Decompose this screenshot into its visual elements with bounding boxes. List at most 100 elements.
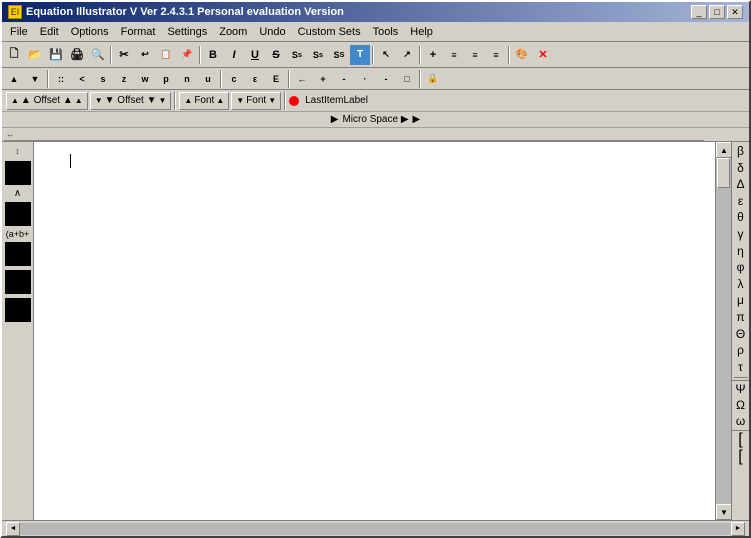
sym-beta[interactable]: β [733,144,749,160]
offset-up-label: ▲ Offset ▲ [21,95,73,106]
tb2-s[interactable]: s [93,69,113,89]
sub-sep2 [284,92,286,110]
superscript-button[interactable]: Ss [287,45,307,65]
tb2-u[interactable]: u [198,69,218,89]
scroll-up-button[interactable]: ▲ [716,142,732,158]
sym-Psi[interactable]: Ψ [733,382,749,398]
offset-down-button[interactable]: ▼ ▼ Offset ▼ ▼ [90,92,172,110]
tb2-z[interactable]: z [114,69,134,89]
search-button[interactable]: 🔍 [88,45,108,65]
sym-Delta[interactable]: Δ [733,177,749,193]
toolbar-secondary: ▲ ▼ :: < s z w p n u c ε E ← + - · - □ 🔒 [2,68,749,90]
scroll-down-button[interactable]: ▼ [716,504,732,520]
sym-Theta[interactable]: Θ [733,327,749,343]
sym-mu[interactable]: μ [733,293,749,309]
sym-lambda[interactable]: λ [733,277,749,293]
font-up-button[interactable]: ▲ Font ▲ [179,92,229,110]
color-button[interactable]: 🎨 [512,45,532,65]
scroll-track[interactable] [716,158,731,504]
tb2-dash[interactable]: - [376,69,396,89]
toolbar-sep-2 [199,46,201,64]
subscript-button[interactable]: Ss [308,45,328,65]
bold-button[interactable]: B [203,45,223,65]
sym-tau[interactable]: τ [733,360,749,376]
font-down-button[interactable]: ▼ Font ▼ [231,92,281,110]
print-button[interactable]: 🖨 [67,45,87,65]
menu-undo[interactable]: Undo [253,24,291,40]
sym-delta[interactable]: δ [733,161,749,177]
close-x-button[interactable]: ✕ [533,45,553,65]
sym-eta[interactable]: η [733,244,749,260]
menu-custom-sets[interactable]: Custom Sets [292,24,367,40]
sym-phi[interactable]: φ [733,260,749,276]
tb2-lock[interactable]: 🔒 [423,69,443,89]
sym-bracket-left2[interactable]: [ [733,449,749,465]
list1-button[interactable]: ≡ [444,45,464,65]
h-scroll-track[interactable] [20,523,731,535]
list3-button[interactable]: ≡ [486,45,506,65]
sym-gamma[interactable]: γ [733,227,749,243]
tb2-dot[interactable]: · [355,69,375,89]
menu-format[interactable]: Format [115,24,162,40]
scroll-right-button[interactable]: ► [731,522,745,536]
menu-tools[interactable]: Tools [367,24,405,40]
undo-btn2[interactable]: ↩ [135,45,155,65]
left-item-2[interactable] [5,202,31,226]
font-sigma-button[interactable]: T [350,45,370,65]
left-item-5[interactable] [5,298,31,322]
canvas-area[interactable] [34,142,715,520]
arrow-button[interactable]: ↗ [397,45,417,65]
tb2-minus[interactable]: - [334,69,354,89]
tb2-sep1 [47,70,49,88]
menu-file[interactable]: File [4,24,34,40]
tb2-p[interactable]: p [156,69,176,89]
tb2-sq[interactable]: □ [397,69,417,89]
open-button[interactable]: 📂 [25,45,45,65]
subscript2-button[interactable]: SS [329,45,349,65]
scroll-left-button[interactable]: ◄ [6,522,20,536]
tb2-btn1[interactable]: ▲ [4,69,24,89]
cut-button[interactable]: ✂ [114,45,134,65]
select-button[interactable]: ↖ [376,45,396,65]
tb2-n[interactable]: n [177,69,197,89]
tb2-btn2[interactable]: ▼ [25,69,45,89]
strikethrough-button[interactable]: S [266,45,286,65]
minimize-button[interactable]: _ [691,5,707,19]
tb2-E[interactable]: E [266,69,286,89]
underline-button[interactable]: U [245,45,265,65]
scroll-thumb[interactable] [717,158,730,188]
new-button[interactable]: 🗋 [4,45,24,65]
left-item-3[interactable] [5,242,31,266]
left-item-4[interactable] [5,270,31,294]
copy-button[interactable]: 📋 [156,45,176,65]
tb2-plus[interactable]: + [313,69,333,89]
maximize-button[interactable]: □ [709,5,725,19]
sym-bracket-left[interactable]: [ [733,432,749,448]
paste-button[interactable]: 📌 [177,45,197,65]
tb2-c[interactable]: c [224,69,244,89]
italic-button[interactable]: I [224,45,244,65]
sym-rho[interactable]: ρ [733,343,749,359]
sym-pi[interactable]: π [733,310,749,326]
offset-up-button[interactable]: ▲ ▲ Offset ▲ ▲ [6,92,88,110]
tb2-eps[interactable]: ε [245,69,265,89]
menu-options[interactable]: Options [65,24,115,40]
sub-sep1 [174,92,176,110]
list2-button[interactable]: ≡ [465,45,485,65]
sym-Omega[interactable]: Ω [733,398,749,414]
tb2-btn4[interactable]: < [72,69,92,89]
tb2-btn3[interactable]: :: [51,69,71,89]
close-button[interactable]: ✕ [727,5,743,19]
sym-omega[interactable]: ω [733,414,749,430]
add-button[interactable]: + [423,45,443,65]
menu-edit[interactable]: Edit [34,24,65,40]
save-button[interactable]: 💾 [46,45,66,65]
tb2-arrow[interactable]: ← [292,69,312,89]
menu-zoom[interactable]: Zoom [213,24,253,40]
menu-help[interactable]: Help [404,24,439,40]
left-item-1[interactable] [5,161,31,185]
sym-epsilon[interactable]: ε [733,194,749,210]
sym-theta-small[interactable]: θ [733,210,749,226]
tb2-w[interactable]: w [135,69,155,89]
menu-settings[interactable]: Settings [161,24,213,40]
